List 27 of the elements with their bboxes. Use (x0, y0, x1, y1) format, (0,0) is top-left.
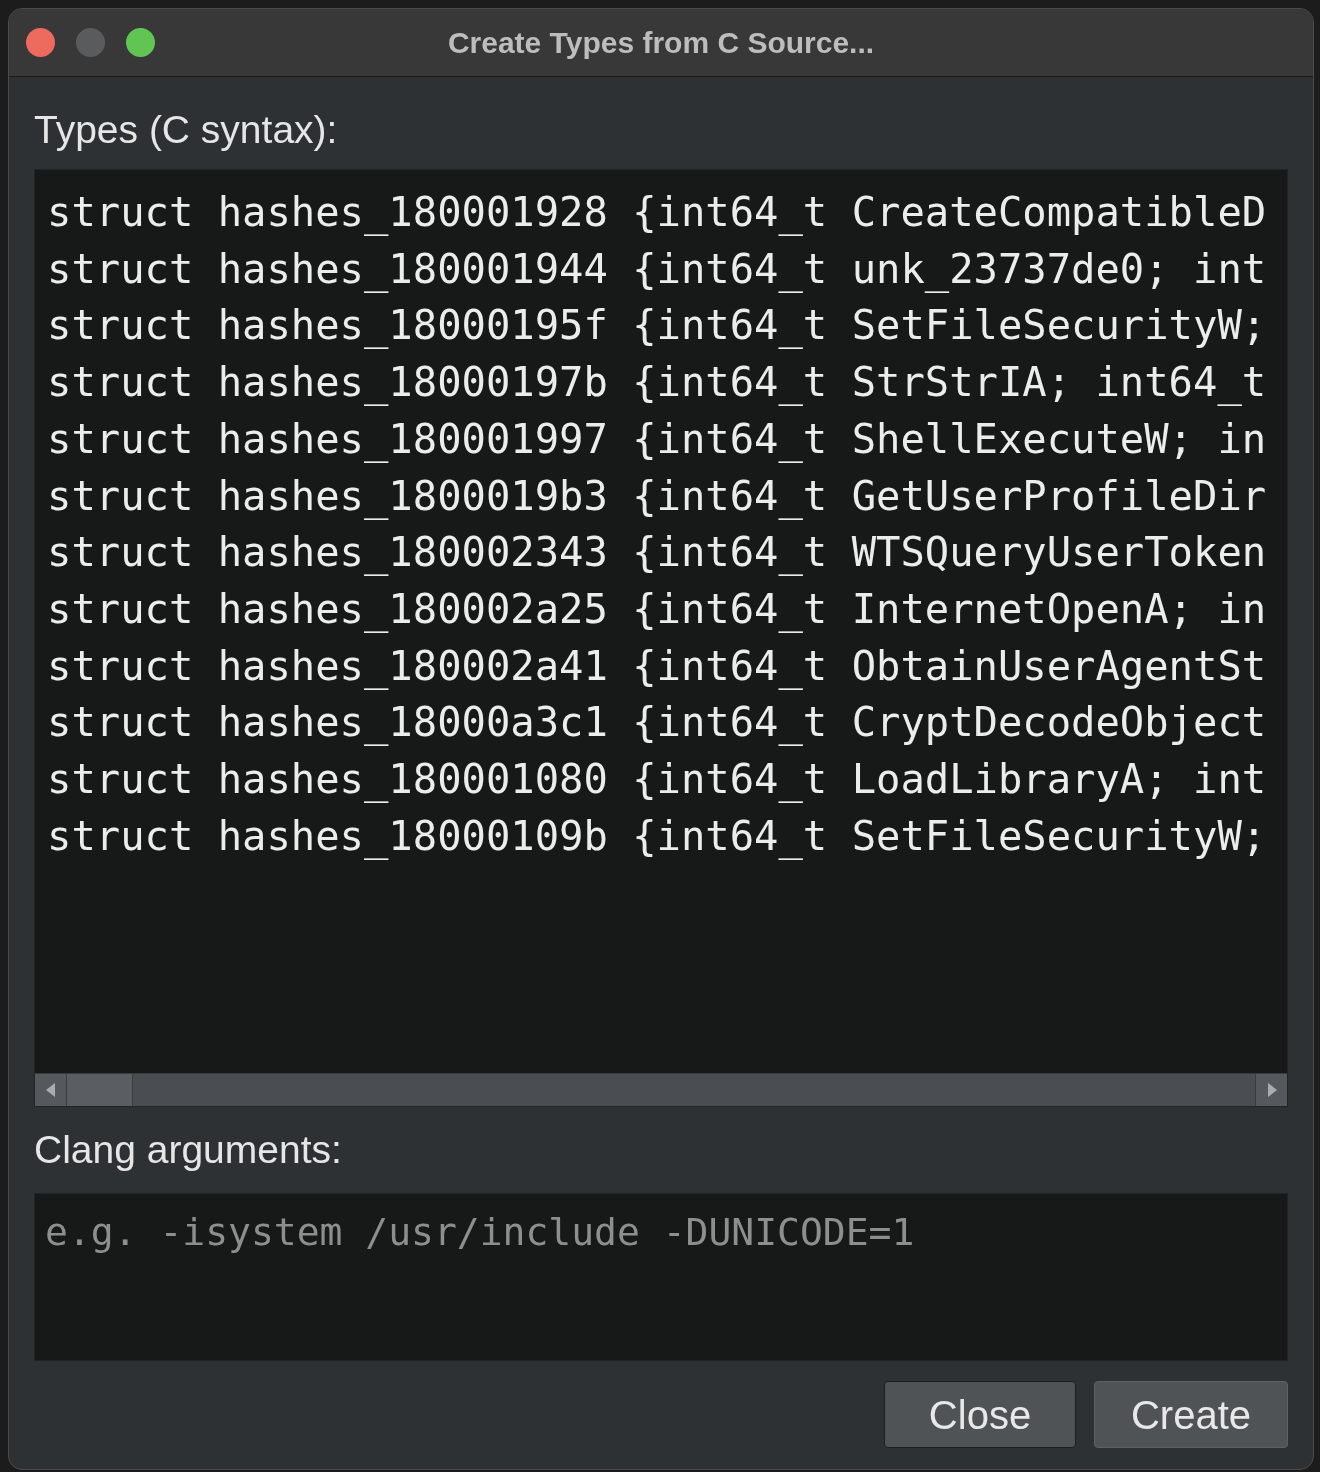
code-line: struct hashes_18000109b {int64_t SetFileSecurityW; (47, 810, 1267, 862)
code-line: struct hashes_180001080 {int64_t LoadLibraryA; int (47, 754, 1267, 806)
create-button[interactable]: Create (1094, 1381, 1288, 1448)
window-control-button[interactable] (26, 28, 55, 57)
scroll-right-button[interactable] (1255, 1074, 1287, 1106)
code-line: struct hashes_180001928 {int64_t CreateCompatibleD (47, 187, 1267, 238)
right-triangle-icon (1266, 1083, 1277, 1097)
code-line: struct hashes_180001944 {int64_t unk_23737de0; int (47, 243, 1267, 295)
left-triangle-icon (45, 1083, 56, 1097)
code-line: struct hashes_180001997 {int64_t ShellExecuteW; in (47, 413, 1267, 465)
code-editor[interactable] (34, 169, 1288, 1107)
clang-arguments-label: Clang arguments: (34, 1127, 342, 1173)
code-line: struct hashes_18000195f {int64_t SetFileSecurityW; (47, 300, 1267, 352)
code-line: struct hashes_180002343 {int64_t WTSQueryUserToken (47, 527, 1267, 579)
code-line: struct hashes_1800019b3 {int64_t GetUserProfileDir (47, 470, 1267, 522)
code-line: struct hashes_180002a25 {int64_t InternetOpenA; in (47, 583, 1267, 635)
horizontal-scrollbar[interactable] (35, 1073, 1287, 1106)
window-control-button[interactable] (126, 28, 155, 57)
scroll-thumb[interactable] (67, 1074, 133, 1106)
clang-arguments-field[interactable]: e.g. -isystem /usr/include -DUNICODE=1 (34, 1193, 1288, 1361)
code-line: struct hashes_180002a41 {int64_t ObtainUserAgentSt (47, 640, 1267, 692)
scroll-left-button[interactable] (35, 1074, 67, 1106)
window-title: Create Types from C Source... (447, 25, 875, 61)
code-line: struct hashes_18000a3c1 {int64_t CryptDecodeObject (47, 697, 1267, 749)
types-label: Types (C syntax): (34, 107, 338, 153)
close-button[interactable]: Close (884, 1381, 1076, 1448)
code-line: struct hashes_18000197b {int64_t StrStrIA; int64_t (47, 357, 1267, 409)
